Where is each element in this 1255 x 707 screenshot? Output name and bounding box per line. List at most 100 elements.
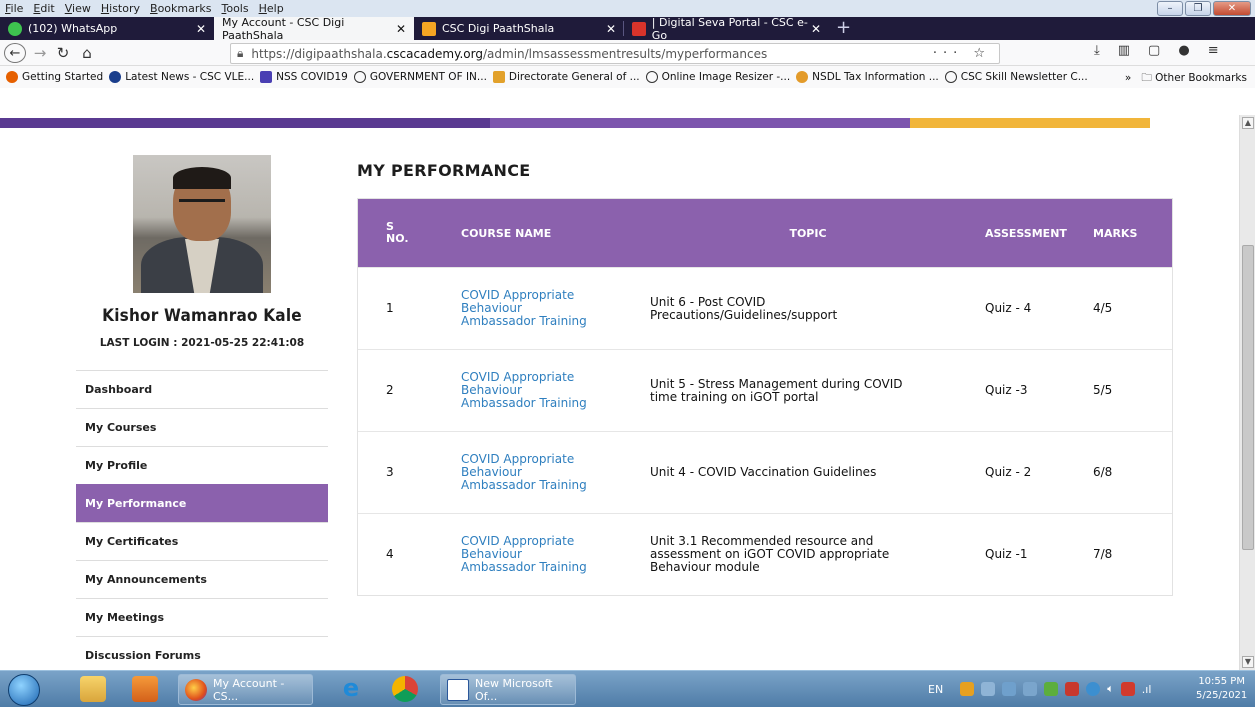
other-bookmarks-label: Other Bookmarks	[1155, 72, 1247, 84]
account-icon[interactable]: ●	[1178, 43, 1189, 58]
tray-app-icon[interactable]	[960, 682, 975, 696]
tab-digital-seva[interactable]: | Digital Seva Portal - CSC e-Go ✕	[624, 16, 829, 42]
download-icon[interactable]: ⤓	[1094, 43, 1100, 58]
course-name-line[interactable]: Ambassador Training	[461, 315, 587, 328]
close-tab-icon[interactable]: ✕	[811, 22, 821, 36]
chrome-icon[interactable]	[392, 676, 418, 702]
tray-app-icon[interactable]	[1086, 682, 1101, 696]
close-window-button[interactable]: ✕	[1213, 1, 1251, 16]
network-warning-icon[interactable]	[1120, 682, 1135, 696]
avatar	[133, 155, 271, 293]
page-scrollbar[interactable]: ▲ ▼	[1239, 115, 1255, 670]
start-button[interactable]	[8, 674, 40, 706]
close-tab-icon[interactable]: ✕	[606, 22, 616, 36]
menu-edit[interactable]: Edit	[28, 2, 59, 15]
file-explorer-icon[interactable]	[80, 676, 106, 702]
reload-button[interactable]: ↻	[54, 43, 72, 63]
course-name-line[interactable]: Ambassador Training	[461, 397, 587, 410]
course-name-line[interactable]: Ambassador Training	[461, 479, 587, 492]
lock-icon[interactable]: 🔒︎	[237, 46, 243, 61]
globe-icon	[645, 71, 658, 83]
tab-label: (102) WhatsApp	[28, 22, 118, 35]
menu-tools[interactable]: Tools	[216, 2, 253, 15]
page-actions-icon[interactable]: ··· ☆	[933, 46, 991, 61]
bookmark-image-resizer[interactable]: Online Image Resizer -...	[645, 71, 790, 83]
course-link[interactable]: COVID Appropriate Behaviour Ambassador T…	[461, 350, 636, 431]
digital-seva-icon	[632, 21, 646, 36]
cell-assessment: Quiz - 2	[985, 465, 1032, 479]
cell-topic: Unit 5 - Stress Management during COVID …	[650, 350, 950, 431]
course-link[interactable]: COVID Appropriate Behaviour Ambassador T…	[461, 514, 636, 595]
graduation-cap-icon	[422, 21, 436, 36]
tray-app-icon[interactable]	[1044, 682, 1059, 696]
sidebar-item-my-profile[interactable]: My Profile	[76, 446, 328, 484]
bookmark-getting-started[interactable]: Getting Started	[6, 71, 103, 83]
tab-csc-paathshala[interactable]: CSC Digi PaathShala ✕	[414, 17, 624, 40]
menu-bookmarks[interactable]: Bookmarks	[145, 2, 216, 15]
minimize-button[interactable]: –	[1157, 1, 1183, 16]
course-name-line[interactable]: Ambassador Training	[461, 561, 587, 574]
bookmarks-overflow-chevron[interactable]: »	[1125, 72, 1131, 84]
sidebar-item-my-announcements[interactable]: My Announcements	[76, 560, 328, 598]
new-tab-button[interactable]: +	[836, 17, 851, 40]
scrollbar-thumb[interactable]	[1242, 245, 1254, 550]
bookmark-label: Directorate General of ...	[508, 71, 640, 83]
sidebar-item-my-courses[interactable]: My Courses	[76, 408, 328, 446]
sidebar-item-my-certificates[interactable]: My Certificates	[76, 522, 328, 560]
sidebar-item-my-meetings[interactable]: My Meetings	[76, 598, 328, 636]
close-tab-icon[interactable]: ✕	[196, 22, 206, 36]
bookmark-csc-skill[interactable]: CSC Skill Newsletter C...	[944, 71, 1088, 83]
forward-button[interactable]: →	[32, 43, 48, 63]
taskbar-task-label: My Account - CS...	[213, 676, 285, 703]
course-link[interactable]: COVID Appropriate Behaviour Ambassador T…	[461, 432, 636, 513]
sidebar-item-label: Dashboard	[85, 383, 153, 396]
signal-icon[interactable]: .ıl	[1142, 683, 1152, 696]
bookmark-nss-covid[interactable]: NSS COVID19	[260, 71, 348, 83]
taskbar-task-label: New Microsoft Of...	[475, 676, 553, 703]
menu-help[interactable]: Help	[254, 2, 289, 15]
header-color-bar	[0, 118, 1239, 128]
clock[interactable]: 10:55 PM 5/25/2021	[1196, 675, 1247, 703]
bookmark-government[interactable]: GOVERNMENT OF IN...	[353, 71, 487, 83]
volume-icon[interactable]: 🔈︎	[1107, 682, 1114, 696]
tray-app-icon[interactable]	[981, 682, 996, 696]
sidebar-icon[interactable]: ▢	[1148, 43, 1160, 58]
sidebar-item-my-performance[interactable]: My Performance	[76, 484, 328, 522]
tray-app-icon[interactable]	[1023, 682, 1038, 696]
tray-app-icon[interactable]	[1065, 682, 1080, 696]
sidebar-item-discussion-forums[interactable]: Discussion Forums	[76, 636, 328, 670]
tab-my-account[interactable]: My Account - CSC Digi PaathShala ✕	[214, 16, 414, 42]
cell-sno: 2	[386, 383, 394, 397]
taskbar-word[interactable]: New Microsoft Of...	[440, 674, 576, 705]
close-tab-icon[interactable]: ✕	[396, 22, 406, 36]
taskbar-firefox[interactable]: My Account - CS...	[178, 674, 313, 705]
tab-whatsapp[interactable]: (102) WhatsApp ✕	[0, 17, 214, 40]
library-icon[interactable]: ▥	[1118, 43, 1130, 58]
back-button[interactable]: ←	[4, 43, 26, 63]
course-link[interactable]: COVID Appropriate Behaviour Ambassador T…	[461, 268, 636, 349]
whatsapp-icon	[8, 21, 22, 36]
home-button[interactable]: ⌂	[78, 43, 96, 63]
bookmark-latest-news[interactable]: Latest News - CSC VLE...	[109, 71, 254, 83]
language-indicator[interactable]: EN	[928, 683, 943, 696]
menu-view[interactable]: View	[60, 2, 96, 15]
topic-line: Unit 6 - Post COVID	[650, 294, 766, 309]
scroll-down-arrow[interactable]: ▼	[1242, 656, 1254, 668]
bookmarks-bar: Getting Started Latest News - CSC VLE...…	[0, 66, 1255, 88]
tray-app-icon[interactable]	[1002, 682, 1017, 696]
menu-file[interactable]: File	[0, 2, 28, 15]
tab-label: CSC Digi PaathShala	[442, 22, 555, 35]
bookmark-directorate[interactable]: Directorate General of ...	[492, 71, 640, 83]
nsdl-icon	[796, 71, 809, 83]
sidebar-item-dashboard[interactable]: Dashboard	[76, 370, 328, 408]
scroll-up-arrow[interactable]: ▲	[1242, 117, 1254, 129]
bookmark-nsdl[interactable]: NSDL Tax Information ...	[796, 71, 939, 83]
media-player-icon[interactable]	[132, 676, 158, 702]
url-bar[interactable]: 🔒︎ https://digipaathshala. cscacademy.org…	[230, 43, 1000, 64]
menu-history[interactable]: History	[96, 2, 145, 15]
other-bookmarks[interactable]: » 🗀︎ Other Bookmarks	[1125, 70, 1247, 88]
restore-button[interactable]: ❐	[1185, 1, 1211, 16]
menu-icon[interactable]: ≡	[1208, 43, 1219, 58]
internet-explorer-icon[interactable]: e	[338, 676, 364, 702]
cell-assessment: Quiz -3	[985, 383, 1028, 397]
